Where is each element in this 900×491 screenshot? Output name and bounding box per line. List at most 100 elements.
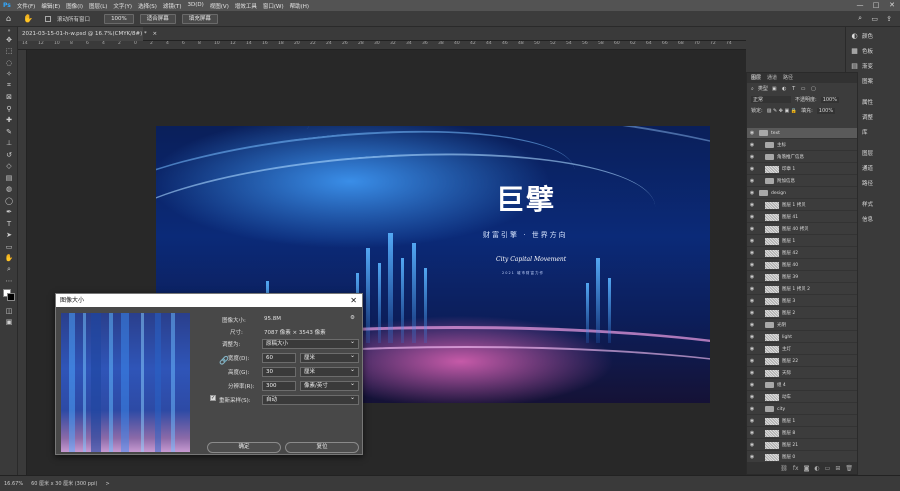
adjustment-icon[interactable]: ◐ [814, 465, 819, 472]
crop-tool-icon[interactable]: ⌗ [0, 80, 18, 92]
eye-icon[interactable]: ◉ [747, 190, 757, 196]
eye-icon[interactable]: ◉ [747, 274, 757, 280]
menu-item[interactable]: 窗口(W) [260, 2, 287, 10]
blur-tool-icon[interactable]: ◍ [0, 184, 18, 196]
layer-row[interactable]: ◉ 图层 1 [747, 236, 857, 247]
layer-row[interactable]: ◉ 图层 41 [747, 212, 857, 223]
layer-row[interactable]: ◉ 图层 21 [747, 440, 857, 451]
eye-icon[interactable]: ◉ [747, 406, 757, 412]
document-tab[interactable]: 2021-03-15-01-h-w.psd @ 16.7%(CMYK/8#) *… [18, 27, 157, 41]
menu-item[interactable]: 3D(D) [185, 2, 207, 10]
shape-tool-icon[interactable]: ▭ [0, 241, 18, 253]
workspace-icon[interactable]: ▭ [871, 15, 878, 23]
mask-icon[interactable]: ◙ [804, 465, 810, 472]
eye-icon[interactable]: ◉ [747, 214, 757, 220]
layer-row[interactable]: ◉ 主标 [747, 140, 857, 151]
menu-item[interactable]: 文字(Y) [110, 2, 135, 10]
blend-mode-select[interactable]: 正常 [751, 96, 791, 103]
eye-icon[interactable]: ◉ [747, 298, 757, 304]
color-swatches-icon[interactable] [0, 287, 18, 305]
fill-value[interactable]: 100% [816, 107, 836, 114]
menu-item[interactable]: 滤镜(T) [160, 2, 185, 10]
image-preview[interactable] [61, 313, 190, 452]
eyedropper-icon[interactable]: ⚲ [0, 103, 18, 115]
eye-icon[interactable]: ◉ [747, 358, 757, 364]
tab-close-icon[interactable]: × [153, 31, 158, 37]
zoom-100-button[interactable]: 100% [104, 13, 134, 24]
eye-icon[interactable]: ◉ [747, 238, 757, 244]
close-icon[interactable]: ✕ [884, 0, 900, 11]
stamp-tool-icon[interactable]: ⊥ [0, 138, 18, 150]
dock-item-0[interactable]: ◐ 颜色 [846, 29, 900, 42]
layer-row[interactable]: ◉ 图层 40 [747, 260, 857, 271]
layer-row[interactable]: ◉ 图层 8 [747, 428, 857, 439]
layer-row[interactable]: ◉ city [747, 404, 857, 415]
layers-tab[interactable]: 路径 [783, 73, 793, 83]
eye-icon[interactable]: ◉ [747, 130, 757, 136]
search-icon[interactable]: ⌕ [858, 14, 862, 23]
eye-icon[interactable]: ◉ [747, 454, 757, 460]
layer-row[interactable]: ◉ 附加信息 [747, 176, 857, 187]
layer-row[interactable]: ◉ 图层 1 拷贝 [747, 200, 857, 211]
layer-row[interactable]: ◉ 图层 40 拷贝 [747, 224, 857, 235]
layer-row[interactable]: ◉ 图层 1 [747, 416, 857, 427]
layers-tab[interactable]: 通道 [767, 73, 777, 83]
path-select-icon[interactable]: ➤ [0, 230, 18, 242]
layer-row[interactable]: ◉ 组 4 [747, 380, 857, 391]
lasso-tool-icon[interactable]: ◌ [0, 57, 18, 69]
width-unit-select[interactable]: 厘米 [300, 352, 359, 363]
layers-tab[interactable]: 图层 [751, 73, 761, 83]
layer-row[interactable]: ◉ 角落推广信息 [747, 152, 857, 163]
layer-row[interactable]: ◉ 光阴 [747, 320, 857, 331]
eye-icon[interactable]: ◉ [747, 442, 757, 448]
scroll-all-checkbox[interactable] [45, 15, 52, 22]
type-tool-icon[interactable]: T [0, 218, 18, 230]
quick-mask-icon[interactable]: ◫ [0, 305, 18, 317]
move-tool-icon[interactable]: ✥ [0, 34, 18, 46]
resolution-unit-select[interactable]: 像素/英寸 [300, 380, 359, 391]
resolution-input[interactable]: 300 [262, 381, 296, 391]
photoshop-logo[interactable]: Ps [0, 2, 14, 9]
home-icon[interactable]: ⌂ [6, 14, 11, 23]
layer-row[interactable]: ◉ 图层 2 [747, 308, 857, 319]
layer-row[interactable]: ◉ 图层 22 [747, 356, 857, 367]
pen-tool-icon[interactable]: ✒ [0, 207, 18, 219]
layer-row[interactable]: ◉ text [747, 128, 857, 139]
eye-icon[interactable]: ◉ [747, 394, 757, 400]
reset-button[interactable]: 复位 [285, 442, 359, 453]
new-group-icon[interactable]: ▭ [825, 465, 831, 472]
menu-item[interactable]: 图层(L) [86, 2, 110, 10]
filter-icons[interactable]: ▣ ◐ T ▭ ▢ [772, 86, 818, 92]
link-layers-icon[interactable]: ⛓ [780, 465, 788, 472]
menu-item[interactable]: 增效工具 [232, 2, 260, 10]
menu-item[interactable]: 图像(I) [63, 2, 86, 10]
magic-wand-icon[interactable]: ✧ [0, 69, 18, 81]
dock-item-1[interactable]: ▦ 色板 [846, 44, 900, 57]
layer-row[interactable]: ◉ 印章 1 [747, 164, 857, 175]
fit-to-select[interactable]: 原稿大小 [262, 338, 359, 349]
menu-item[interactable]: 文件(F) [14, 2, 38, 10]
eraser-icon[interactable]: ◇ [0, 161, 18, 173]
eye-icon[interactable]: ◉ [747, 262, 757, 268]
gradient-tool-icon[interactable]: ▤ [0, 172, 18, 184]
collapse-icon[interactable]: » [0, 27, 18, 34]
brush-tool-icon[interactable]: ✎ [0, 126, 18, 138]
layer-row[interactable]: ◉ 图层 3 [747, 296, 857, 307]
layer-row[interactable]: ◉ light [747, 332, 857, 343]
zoom-level[interactable]: 16.67% [4, 481, 23, 487]
eye-icon[interactable]: ◉ [747, 226, 757, 232]
healing-brush-icon[interactable]: ✚ [0, 115, 18, 127]
maximize-icon[interactable]: □ [868, 0, 884, 11]
eye-icon[interactable]: ◉ [747, 370, 757, 376]
share-icon[interactable]: ⇪ [886, 15, 892, 23]
dialog-close-icon[interactable]: ✕ [350, 294, 357, 307]
layer-row[interactable]: ◉ 动车 [747, 392, 857, 403]
dock-item-2[interactable]: ▤ 渐变 [846, 59, 900, 72]
layer-row[interactable]: ◉ design [747, 188, 857, 199]
zoom-tool-icon[interactable]: ⌕ [0, 264, 18, 276]
layer-row[interactable]: ◉ 图层 39 [747, 272, 857, 283]
dialog-settings-icon[interactable]: ⚙ [350, 315, 355, 321]
menu-item[interactable]: 视图(V) [207, 2, 232, 10]
hand-tool-icon[interactable]: ✋ [23, 14, 33, 23]
dodge-tool-icon[interactable]: ◯ [0, 195, 18, 207]
